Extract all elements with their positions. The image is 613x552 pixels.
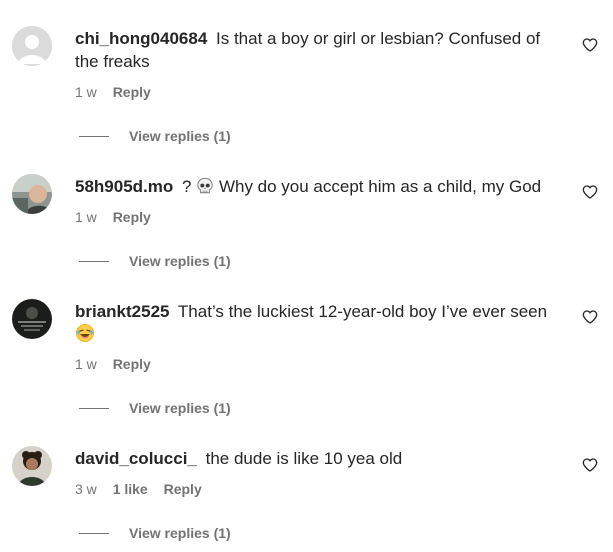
avatar[interactable] bbox=[12, 446, 52, 486]
default-avatar-icon bbox=[12, 26, 52, 66]
view-replies-label: View replies (1) bbox=[129, 253, 231, 269]
like-heart-icon[interactable] bbox=[582, 37, 598, 53]
view-replies-button[interactable]: View replies (1) bbox=[79, 399, 231, 417]
photo-avatar-icon bbox=[12, 446, 52, 486]
avatar[interactable] bbox=[12, 299, 52, 339]
like-heart-icon[interactable] bbox=[582, 309, 598, 325]
comment-meta: 1 w Reply bbox=[75, 208, 163, 226]
divider-line bbox=[79, 407, 109, 409]
divider-line bbox=[79, 135, 109, 137]
comment-meta: 3 w 1 like Reply bbox=[75, 480, 214, 498]
view-replies-label: View replies (1) bbox=[129, 400, 231, 416]
dark-photo-avatar-icon bbox=[12, 299, 52, 339]
comment-prefix: ? bbox=[182, 177, 192, 196]
skull-icon bbox=[196, 177, 214, 201]
photo-avatar-icon bbox=[12, 174, 52, 214]
comment-item: chi_hong040684 Is that a boy or girl or … bbox=[0, 0, 613, 150]
view-replies-button[interactable]: View replies (1) bbox=[79, 524, 231, 542]
comment-time[interactable]: 3 w bbox=[75, 481, 97, 497]
comment-body: the dude is like 10 yea old bbox=[205, 449, 403, 468]
laughing-face-icon bbox=[75, 323, 95, 349]
comment-item: briankt2525 That’s the luckiest 12-year-… bbox=[0, 280, 613, 430]
comment-username[interactable]: 58h905d.mo bbox=[75, 177, 173, 196]
view-replies-label: View replies (1) bbox=[129, 128, 231, 144]
comment-time[interactable]: 1 w bbox=[75, 356, 97, 372]
comment-text: briankt2525 That’s the luckiest 12-year-… bbox=[75, 300, 555, 349]
comment-text: chi_hong040684 Is that a boy or girl or … bbox=[75, 27, 555, 73]
view-replies-label: View replies (1) bbox=[129, 525, 231, 541]
comment-text: david_colucci_ the dude is like 10 yea o… bbox=[75, 447, 555, 470]
comment-username[interactable]: david_colucci_ bbox=[75, 449, 197, 468]
comment-meta: 1 w Reply bbox=[75, 83, 163, 101]
comment-meta: 1 w Reply bbox=[75, 355, 163, 373]
reply-button[interactable]: Reply bbox=[164, 481, 202, 497]
avatar[interactable] bbox=[12, 174, 52, 214]
comment-username[interactable]: chi_hong040684 bbox=[75, 29, 207, 48]
comment-time[interactable]: 1 w bbox=[75, 84, 97, 100]
view-replies-button[interactable]: View replies (1) bbox=[79, 127, 231, 145]
reply-button[interactable]: Reply bbox=[113, 84, 151, 100]
comment-time[interactable]: 1 w bbox=[75, 209, 97, 225]
comment-body: Why do you accept him as a child, my God bbox=[218, 177, 542, 196]
comment-body: That’s the luckiest 12-year-old boy I’ve… bbox=[177, 302, 548, 321]
view-replies-button[interactable]: View replies (1) bbox=[79, 252, 231, 270]
reply-button[interactable]: Reply bbox=[113, 209, 151, 225]
comment-username[interactable]: briankt2525 bbox=[75, 302, 170, 321]
like-heart-icon[interactable] bbox=[582, 457, 598, 473]
comment-item: 58h905d.mo ? Why do you accept him as a … bbox=[0, 150, 613, 280]
comment-item: david_colucci_ the dude is like 10 yea o… bbox=[0, 430, 613, 552]
divider-line bbox=[79, 260, 109, 262]
divider-line bbox=[79, 532, 109, 534]
like-heart-icon[interactable] bbox=[582, 184, 598, 200]
likes-count[interactable]: 1 like bbox=[113, 481, 148, 497]
comment-text: 58h905d.mo ? Why do you accept him as a … bbox=[75, 175, 555, 201]
reply-button[interactable]: Reply bbox=[113, 356, 151, 372]
avatar[interactable] bbox=[12, 26, 52, 66]
